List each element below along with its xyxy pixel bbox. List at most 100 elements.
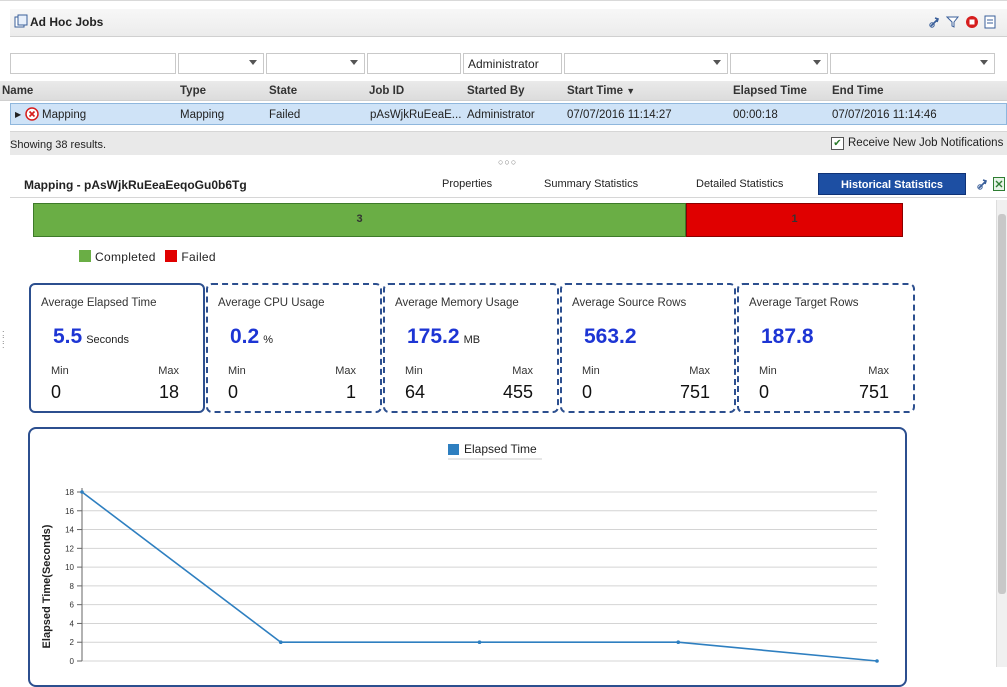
sort-descending-icon: ▼ — [626, 86, 636, 96]
panel-splitter[interactable]: ○○○ — [498, 157, 517, 167]
export-excel-icon[interactable] — [993, 177, 1005, 194]
failed-icon — [25, 107, 39, 124]
results-status-bar: Showing 38 results. ✔ Receive New Job No… — [10, 131, 1007, 155]
stat-card-cpu-usage: Average CPU Usage 0.2% Min Max 0 1 — [206, 283, 382, 413]
stat-min-value: 64 — [405, 382, 426, 402]
notifications-checkbox[interactable]: ✔ — [831, 137, 844, 150]
panel-title: Ad Hoc Jobs — [30, 15, 104, 29]
refresh-icon[interactable] — [928, 15, 942, 29]
stat-title: Average Target Rows — [749, 297, 859, 309]
stat-value: 175.2 MB — [407, 325, 481, 348]
stat-title: Average CPU Usage — [218, 297, 325, 309]
y-tick-label: 16 — [65, 507, 74, 516]
chevron-down-icon — [980, 60, 988, 65]
cell-name: Mapping — [42, 109, 87, 121]
column-header-state[interactable]: State — [269, 85, 297, 97]
filter-icon[interactable] — [945, 15, 960, 29]
stat-max-value: 455 — [502, 382, 533, 402]
stat-min-value: 0 — [51, 382, 62, 402]
y-tick-label: 0 — [70, 657, 75, 666]
results-count: Showing 38 results. — [10, 139, 106, 151]
failed-bar-segment: 1 — [686, 203, 903, 237]
filter-started-by[interactable]: Administrator — [463, 53, 562, 74]
stop-icon[interactable] — [965, 15, 979, 29]
y-tick-label: 12 — [65, 544, 74, 553]
stat-min-label: Min — [228, 365, 246, 377]
tab-summary-statistics[interactable]: Summary Statistics — [544, 178, 638, 190]
y-tick-label: 14 — [65, 526, 74, 535]
stat-max-label: Max — [512, 365, 533, 377]
cell-job-id: pAsWjkRuEeaE... — [370, 109, 462, 121]
legend-swatch-elapsed-time — [448, 444, 459, 455]
legend-elapsed-time: Elapsed Time — [464, 442, 537, 456]
stat-min-value: 0 — [228, 382, 239, 402]
filter-start-time[interactable] — [564, 53, 728, 74]
data-point — [676, 640, 681, 645]
completed-bar-segment: 3 — [33, 203, 686, 237]
stat-min-label: Min — [582, 365, 600, 377]
filter-elapsed-time[interactable] — [730, 53, 828, 74]
column-header-elapsed-time[interactable]: Elapsed Time — [733, 85, 807, 97]
detail-header: Mapping - pAsWjkRuEeaEeqoGu0b6Tg Propert… — [10, 172, 1007, 198]
data-point — [278, 640, 283, 645]
tab-detailed-statistics[interactable]: Detailed Statistics — [696, 178, 783, 190]
stat-max-value: 751 — [679, 382, 710, 402]
stat-card-elapsed-time: Average Elapsed Time 5.5 Seconds Min Max … — [29, 283, 205, 413]
cell-elapsed-time: 00:00:18 — [733, 109, 778, 121]
chevron-down-icon — [813, 60, 821, 65]
table-row[interactable]: ▶ Mapping Mapping Failed pAsWjkRuEeaE...… — [10, 103, 1007, 125]
stat-min-label: Min — [51, 365, 69, 377]
y-tick-label: 2 — [70, 638, 75, 647]
stat-value: 187.8 — [761, 325, 814, 348]
filter-job-id[interactable] — [367, 53, 461, 74]
column-header-start-time[interactable]: Start Time ▼ — [567, 85, 635, 97]
refresh-icon[interactable] — [976, 177, 990, 194]
legend-completed: Completed — [95, 250, 156, 264]
filter-end-time[interactable] — [830, 53, 995, 74]
detail-title: Mapping - pAsWjkRuEeaEeqoGu0b6Tg — [24, 178, 247, 192]
legend-failed: Failed — [181, 250, 216, 264]
stat-title: Average Elapsed Time — [41, 297, 157, 309]
ad-hoc-jobs-panel: Ad Hoc Jobs Administrator Name Type Stat… — [0, 0, 1007, 168]
legend-swatch-completed — [79, 250, 91, 262]
stat-max-label: Max — [335, 365, 356, 377]
column-header-started-by[interactable]: Started By — [467, 85, 525, 97]
cell-state: Failed — [269, 109, 301, 121]
cell-started-by: Administrator — [467, 109, 535, 121]
stat-min-value: 0 — [759, 382, 770, 402]
export-icon[interactable] — [984, 15, 998, 29]
filter-type[interactable] — [178, 53, 264, 74]
column-header-job-id[interactable]: Job ID — [369, 85, 404, 97]
side-grip[interactable]: ::: — [2, 329, 5, 350]
jobs-icon — [14, 14, 28, 32]
stat-max-value: 751 — [858, 382, 889, 402]
y-tick-label: 8 — [70, 582, 75, 591]
notifications-label[interactable]: Receive New Job Notifications — [848, 137, 1003, 149]
stat-value: 563.2 — [584, 325, 637, 348]
series-line-elapsed-time — [81, 491, 878, 662]
column-header-name[interactable]: Name — [2, 85, 33, 97]
filter-state[interactable] — [266, 53, 365, 74]
filter-name[interactable] — [10, 53, 176, 74]
stat-min-value: 0 — [582, 382, 593, 402]
tab-properties[interactable]: Properties — [442, 178, 492, 190]
y-axis-label: Elapsed Time(Seconds) — [41, 524, 53, 648]
stat-min-label: Min — [405, 365, 423, 377]
cell-start-time: 07/07/2016 11:14:27 — [567, 109, 672, 121]
expand-arrow-icon[interactable]: ▶ — [15, 110, 21, 119]
stat-card-target-rows: Average Target Rows 187.8 Min Max 0 751 — [737, 283, 915, 413]
scrollbar-thumb[interactable] — [998, 214, 1006, 594]
data-point — [477, 640, 482, 645]
stat-min-label: Min — [759, 365, 777, 377]
stat-max-label: Max — [689, 365, 710, 377]
elapsed-time-chart: Elapsed Time 0 2 4 6 8 10 12 14 16 18 Elapsed Time(… — [28, 427, 907, 687]
cell-end-time: 07/07/2016 11:14:46 — [832, 109, 937, 121]
column-header-end-time[interactable]: End Time — [832, 85, 884, 97]
tab-historical-statistics[interactable]: Historical Statistics — [818, 173, 966, 195]
stat-max-value: 1 — [345, 382, 356, 402]
chevron-down-icon — [350, 60, 358, 65]
stat-title: Average Source Rows — [572, 297, 687, 309]
column-header-type[interactable]: Type — [180, 85, 206, 97]
stat-title: Average Memory Usage — [395, 297, 519, 309]
panel-header: Ad Hoc Jobs — [10, 9, 1007, 37]
